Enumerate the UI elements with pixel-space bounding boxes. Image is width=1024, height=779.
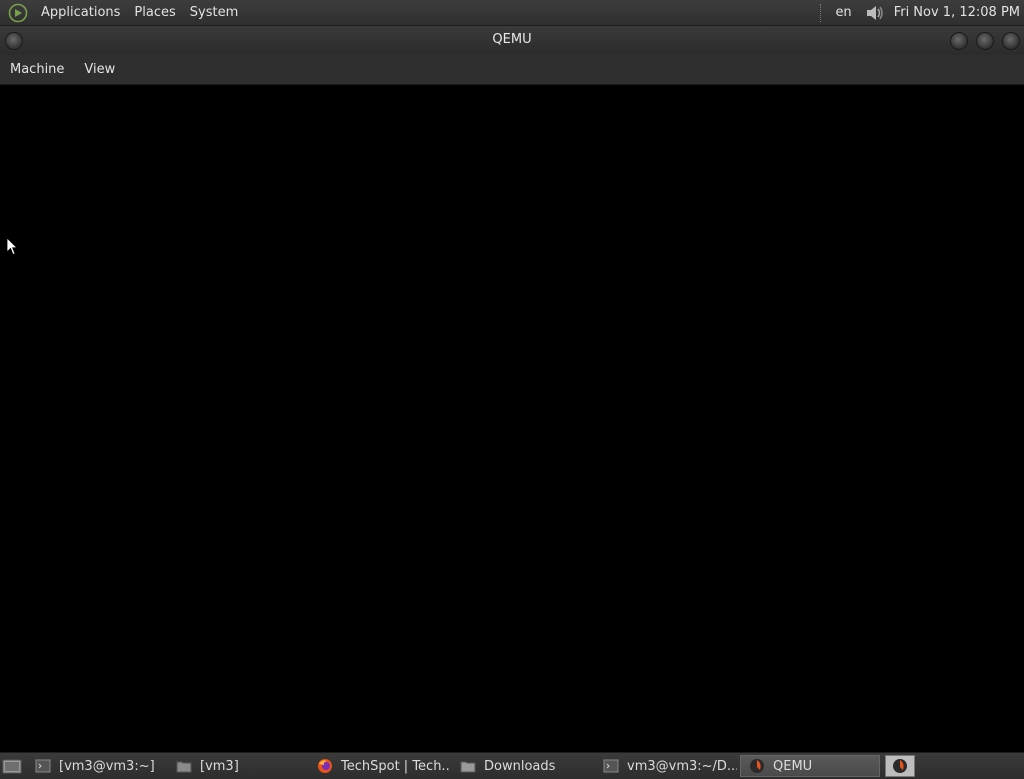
taskbar-item-terminal-downloads[interactable]: vm3@vm3:~/D... xyxy=(595,755,737,777)
qemu-icon xyxy=(750,759,764,773)
taskbar-item-label: vm3@vm3:~/D... xyxy=(627,758,737,774)
system-menu[interactable]: System xyxy=(183,0,245,25)
mouse-cursor-icon xyxy=(6,237,18,256)
show-desktop-button[interactable] xyxy=(1,755,23,777)
taskbar-item-qemu[interactable]: QEMU xyxy=(740,755,880,777)
taskbar-item-folder-vm3[interactable]: [vm3] xyxy=(168,755,306,777)
places-menu[interactable]: Places xyxy=(127,0,182,25)
keyboard-layout-indicator[interactable]: en xyxy=(835,5,851,20)
panel-tray: en Fri Nov 1, 12:08 PM xyxy=(820,0,1024,25)
view-menu[interactable]: View xyxy=(74,55,125,84)
applications-menu[interactable]: Applications xyxy=(34,0,127,25)
folder-icon xyxy=(176,761,192,773)
terminal-icon xyxy=(603,759,619,773)
taskbar-item-label: [vm3@vm3:~] xyxy=(59,758,155,774)
taskbar-item-downloads[interactable]: Downloads xyxy=(452,755,592,777)
taskbar: [vm3@vm3:~] [vm3] TechSpot | Tech... Dow… xyxy=(0,752,1024,779)
window-title: QEMU xyxy=(492,32,532,47)
taskbar-item-label: QEMU xyxy=(773,758,813,774)
maximize-button[interactable] xyxy=(976,32,994,50)
minimize-button[interactable] xyxy=(950,32,968,50)
firefox-icon xyxy=(318,759,332,773)
close-button[interactable] xyxy=(1002,32,1020,50)
taskbar-item-label: TechSpot | Tech... xyxy=(341,758,449,774)
mint-logo-icon[interactable] xyxy=(8,3,28,23)
folder-icon xyxy=(460,761,476,773)
show-desktop-icon xyxy=(2,759,22,774)
taskbar-item-label: [vm3] xyxy=(200,758,239,774)
taskbar-item-firefox[interactable]: TechSpot | Tech... xyxy=(309,755,449,777)
qemu-icon xyxy=(893,759,907,773)
taskbar-item-label: Downloads xyxy=(484,758,556,774)
top-panel: Applications Places System en Fri Nov 1,… xyxy=(0,0,1024,26)
clock[interactable]: Fri Nov 1, 12:08 PM xyxy=(894,5,1020,20)
vm-display[interactable] xyxy=(0,85,1024,751)
taskbar-item-terminal[interactable]: [vm3@vm3:~] xyxy=(27,755,165,777)
window-menubar: Machine View xyxy=(0,55,1024,85)
machine-menu[interactable]: Machine xyxy=(0,55,74,84)
volume-icon[interactable] xyxy=(864,3,886,23)
panel-separator xyxy=(820,3,823,22)
window-titlebar[interactable]: QEMU xyxy=(0,26,1024,55)
terminal-icon xyxy=(35,759,51,773)
qemu-tray-button[interactable] xyxy=(885,755,915,777)
